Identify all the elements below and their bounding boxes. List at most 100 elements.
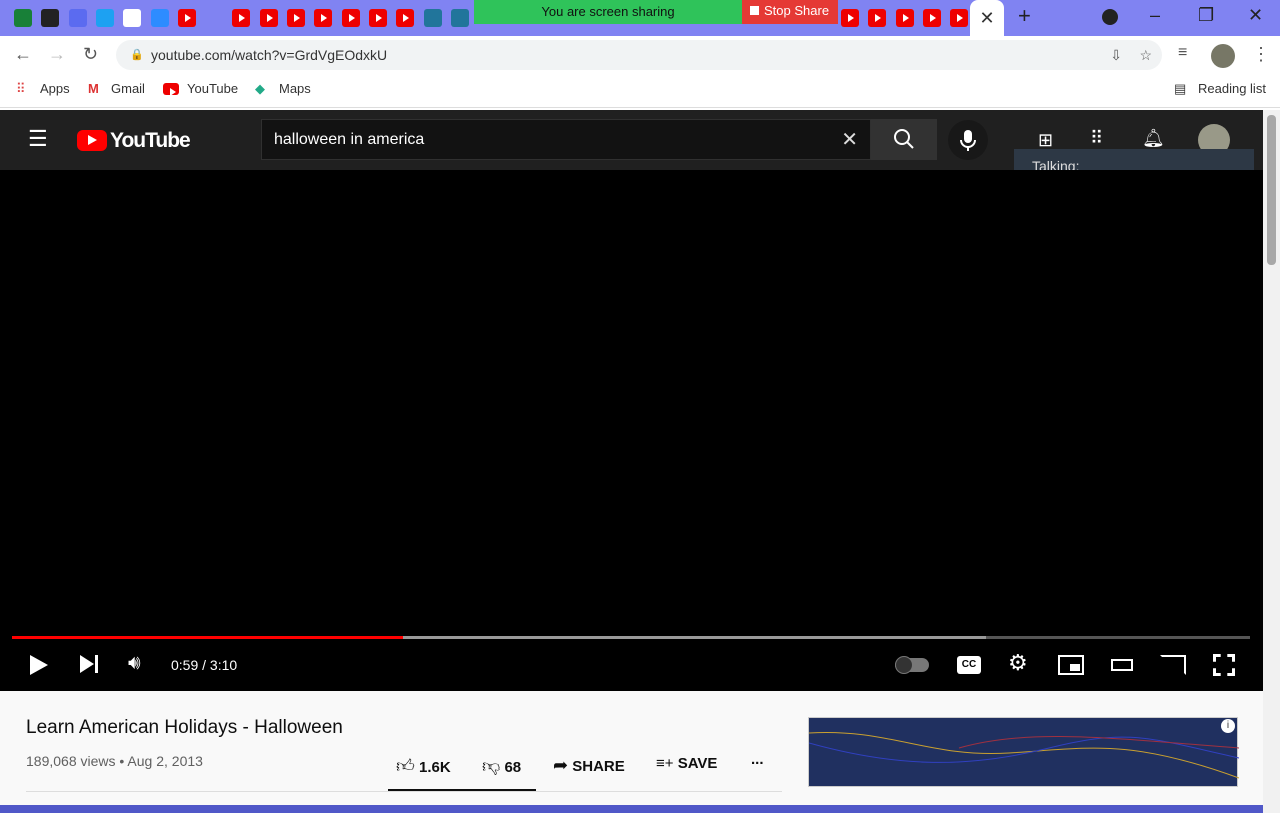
stop-share-label: Stop Share <box>764 3 830 18</box>
settings-gear-icon[interactable]: ⚙ <box>1008 650 1028 676</box>
share-button[interactable]: ➦ SHARE <box>553 755 625 776</box>
tab-strip: You are screen sharing Stop Share ✕ + – … <box>0 0 1280 36</box>
ad-wave-graphic <box>808 731 1240 779</box>
ad-info-icon[interactable]: i <box>1221 719 1235 733</box>
gmail-icon: M <box>88 81 99 96</box>
close-window-icon[interactable]: ✕ <box>1248 5 1263 26</box>
create-video-icon[interactable]: ⊞ <box>1038 130 1053 151</box>
tab-app-icon[interactable] <box>123 9 142 27</box>
autoplay-toggle[interactable] <box>895 656 929 674</box>
captions-icon[interactable]: CC <box>957 656 981 674</box>
bookmark-star-icon[interactable]: ☆ <box>1139 40 1152 70</box>
progress-bar[interactable] <box>12 636 1250 639</box>
hamburger-icon[interactable]: ☰ <box>28 128 48 150</box>
bookmark-gmail[interactable]: Gmail <box>111 82 145 96</box>
play-icon[interactable] <box>30 655 48 675</box>
voice-search-button[interactable] <box>948 120 988 160</box>
forward-icon[interactable]: → <box>48 44 66 65</box>
tab-youtube-icon[interactable] <box>341 9 360 27</box>
apps-grid-icon[interactable]: ⠿ <box>1090 128 1103 149</box>
video-title: Learn American Holidays - Halloween <box>26 717 343 738</box>
save-label: SAVE <box>677 755 718 772</box>
tab-skype-icon[interactable] <box>41 9 60 27</box>
divider <box>26 791 782 792</box>
tab-wordpress-icon[interactable] <box>450 9 469 27</box>
bookmark-maps[interactable]: Maps <box>279 82 311 96</box>
tab-youtube-icon[interactable] <box>396 9 415 27</box>
video-info: Learn American Holidays - Halloween 189,… <box>0 691 1263 813</box>
reading-list[interactable]: Reading list <box>1198 82 1266 96</box>
tab-youtube-icon[interactable] <box>868 9 887 27</box>
tab-wordpress-icon[interactable] <box>423 9 442 27</box>
lock-icon: 🔒 <box>130 49 144 61</box>
save-button[interactable]: ≡+ SAVE <box>656 755 717 772</box>
more-actions-button[interactable]: ... <box>751 751 764 768</box>
search-value: halloween in america <box>274 131 425 148</box>
screen-share-text: You are screen sharing <box>541 4 675 19</box>
views-date: 189,068 views • Aug 2, 2013 <box>26 753 203 769</box>
tab-youtube-icon[interactable] <box>232 9 251 27</box>
share-label: SHARE <box>572 758 625 775</box>
thumbs-up-icon: 👍︎ <box>396 756 415 776</box>
tab-youtube-icon[interactable] <box>895 9 914 27</box>
video-player[interactable]: 🔊︎ 0:59 / 3:10 CC ⚙ <box>0 170 1263 691</box>
bookmarks-bar: ⠿ Apps M Gmail YouTube ◆ Maps ▤ Reading … <box>0 76 1280 108</box>
search-button[interactable] <box>871 119 937 160</box>
theater-mode-icon[interactable] <box>1111 659 1133 671</box>
tab-search-icon[interactable] <box>1102 9 1118 25</box>
fullscreen-icon[interactable] <box>1213 654 1235 676</box>
bookmark-apps[interactable]: Apps <box>40 82 70 96</box>
tab-weebly-icon[interactable] <box>205 9 224 27</box>
url-input[interactable]: 🔒 youtube.com/watch?v=GrdVgEOdxkU ⇩ ☆ <box>116 40 1162 70</box>
bookmark-youtube[interactable]: YouTube <box>187 82 238 96</box>
mic-icon <box>960 130 976 151</box>
thumbs-down-icon: 👎︎ <box>482 756 501 776</box>
menu-icon[interactable]: ⋮ <box>1252 44 1270 65</box>
tab-youtube-icon[interactable] <box>177 9 196 27</box>
tab-youtube-icon[interactable] <box>841 9 859 27</box>
miniplayer-icon[interactable] <box>1058 655 1084 675</box>
notifications-bell-icon[interactable]: 🔔︎ <box>1142 128 1165 149</box>
dislike-button[interactable]: 👎︎ 68 <box>482 755 521 777</box>
tab-youtube-icon[interactable] <box>287 9 305 27</box>
active-tab-close-icon[interactable]: ✕ <box>970 0 1004 36</box>
like-button[interactable]: 👍︎ 1.6K <box>396 755 451 777</box>
ad-banner[interactable]: i <box>808 717 1240 787</box>
time-display: 0:59 / 3:10 <box>171 657 238 673</box>
volume-icon[interactable]: 🔊︎ <box>128 652 141 675</box>
new-tab-icon[interactable]: + <box>1018 3 1031 29</box>
tab-quora-icon[interactable] <box>68 9 87 27</box>
tab-youtube-icon[interactable] <box>259 9 278 27</box>
reload-icon[interactable]: ↻ <box>83 44 98 65</box>
clear-search-icon[interactable]: ✕ <box>841 120 858 160</box>
scrollbar-thumb[interactable] <box>1267 115 1276 265</box>
reading-list-icon: ▤ <box>1174 81 1187 96</box>
tab-google-sheets-icon[interactable] <box>14 9 32 27</box>
media-control-icon[interactable]: ≡ <box>1178 44 1187 62</box>
tab-youtube-icon[interactable] <box>922 9 941 27</box>
tab-twitter-icon[interactable] <box>95 9 114 27</box>
profile-avatar[interactable] <box>1211 44 1235 68</box>
player-controls: 🔊︎ 0:59 / 3:10 CC ⚙ <box>0 650 1263 680</box>
save-playlist-icon: ≡+ <box>656 755 674 772</box>
install-icon[interactable]: ⇩ <box>1110 40 1122 70</box>
search-icon <box>894 129 914 149</box>
minimize-icon[interactable]: – <box>1150 5 1160 26</box>
cast-icon[interactable] <box>1160 655 1186 675</box>
like-count: 1.6K <box>418 759 451 776</box>
played-bar <box>12 636 404 639</box>
tab-youtube-icon[interactable] <box>314 9 333 27</box>
tab-youtube-icon[interactable] <box>950 9 969 27</box>
apps-grid-icon: ⠿ <box>16 81 26 96</box>
stop-share-button[interactable]: Stop Share <box>742 0 838 24</box>
tab-zoom-icon[interactable] <box>150 9 169 27</box>
address-bar-row: ← → ↻ 🔒 youtube.com/watch?v=GrdVgEOdxkU ⇩… <box>0 36 1280 76</box>
back-icon[interactable]: ← <box>14 44 32 65</box>
next-icon[interactable] <box>80 655 94 673</box>
restore-icon[interactable]: ❐ <box>1198 5 1214 26</box>
youtube-logo-icon[interactable] <box>77 130 107 151</box>
search-input[interactable]: halloween in america ✕ <box>261 119 871 160</box>
dislike-count: 68 <box>504 759 522 776</box>
scrollbar[interactable] <box>1263 110 1280 813</box>
tab-youtube-icon[interactable] <box>368 9 387 27</box>
